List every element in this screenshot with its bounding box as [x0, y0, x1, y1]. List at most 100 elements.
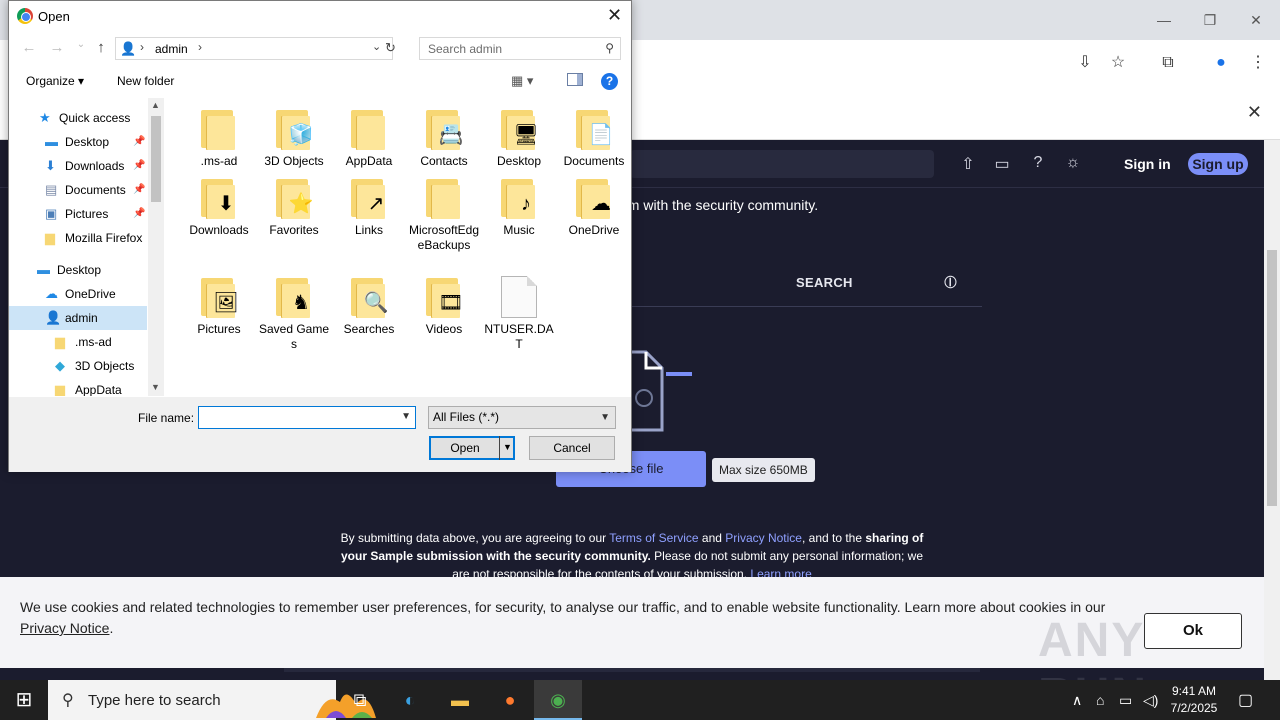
breadcrumb-admin[interactable]: admin: [155, 42, 188, 56]
file-type-select[interactable]: All Files (*.*) ▼: [428, 406, 616, 429]
open-button-label: Open: [450, 441, 480, 455]
fingerprint-tab-icon[interactable]: ⦶: [944, 272, 957, 293]
folder-item[interactable]: 🖥 Desktop: [482, 108, 556, 169]
forward-arrow-icon[interactable]: →: [49, 39, 65, 56]
nav-item[interactable]: ▤ Documents 📌: [9, 178, 147, 202]
file-item[interactable]: NTUSER.DAT: [482, 276, 556, 352]
cookie-banner: We use cookies and related technologies …: [0, 577, 1264, 720]
close-window-button[interactable]: ✕: [1246, 10, 1266, 30]
sign-in-link[interactable]: Sign in: [1124, 156, 1171, 172]
folder-item[interactable]: MicrosoftEdgeBackups: [407, 177, 481, 253]
folder-item[interactable]: ⭐ Favorites: [257, 177, 331, 238]
back-arrow-icon[interactable]: ←: [21, 39, 37, 56]
up-arrow-icon[interactable]: ↑: [93, 39, 109, 56]
nav-item[interactable]: ▆ Mozilla Firefox: [9, 226, 147, 250]
start-button[interactable]: ⊞: [0, 680, 48, 720]
privacy-notice-link[interactable]: Privacy Notice: [725, 531, 802, 545]
page-scroll-thumb[interactable]: [1267, 250, 1277, 506]
breadcrumb-chevron-icon[interactable]: ›: [140, 40, 144, 54]
help-icon[interactable]: ?: [1028, 154, 1048, 172]
nav-item[interactable]: ◆ 3D Objects: [9, 354, 147, 378]
picture-icon: ▣: [45, 206, 58, 221]
nav-item[interactable]: ▬ Desktop: [9, 258, 147, 282]
dialog-close-button[interactable]: ✕: [607, 5, 622, 26]
install-app-icon[interactable]: ⇩: [1074, 52, 1096, 74]
volume-icon[interactable]: ◁): [1143, 692, 1158, 709]
file-item-label: NTUSER.DAT: [484, 322, 554, 351]
folder-item[interactable]: 🧊 3D Objects: [257, 108, 331, 169]
cookie-period: .: [109, 620, 114, 636]
infobar-close-icon[interactable]: ✕: [1247, 102, 1262, 123]
restore-window-button[interactable]: ❐: [1200, 10, 1220, 30]
open-button[interactable]: Open ▼: [429, 436, 515, 460]
tab-search[interactable]: SEARCH: [796, 275, 853, 290]
sign-up-button[interactable]: Sign up: [1188, 153, 1248, 175]
folder-item[interactable]: .ms-ad: [182, 108, 256, 169]
recent-locations-icon[interactable]: ⌄: [73, 39, 89, 50]
folder-item[interactable]: 🖼 Pictures: [182, 276, 256, 337]
folder-item[interactable]: 🔍 Searches: [332, 276, 406, 337]
organize-menu[interactable]: Organize ▾: [26, 74, 84, 88]
upload-icon[interactable]: ⇧: [958, 154, 978, 174]
folder-item[interactable]: 🎞 Videos: [407, 276, 481, 337]
nav-item[interactable]: 👤 admin: [9, 306, 147, 330]
scroll-down-arrow-icon[interactable]: ▼: [151, 382, 160, 392]
minimize-window-button[interactable]: —: [1154, 10, 1174, 30]
help-icon[interactable]: ?: [601, 73, 618, 90]
theme-icon[interactable]: ☼: [1063, 154, 1083, 172]
browser-menu-icon[interactable]: ⋮: [1247, 52, 1269, 74]
network-icon[interactable]: ▭: [1119, 692, 1132, 709]
nav-item-label: 3D Objects: [75, 359, 135, 373]
new-folder-button[interactable]: New folder: [117, 74, 174, 88]
chrome-icon[interactable]: ◉: [534, 680, 582, 720]
cookie-ok-button[interactable]: Ok: [1144, 613, 1242, 649]
meet-now-icon[interactable]: ⌂: [1096, 692, 1104, 708]
notifications-icon[interactable]: ▢: [1238, 690, 1253, 710]
change-view-icon[interactable]: ▦ ▾: [511, 73, 533, 89]
folder-item[interactable]: ♪ Music: [482, 177, 556, 238]
breadcrumb-chevron-icon[interactable]: ›: [198, 40, 202, 54]
folder-item[interactable]: 📇 Contacts: [407, 108, 481, 169]
folder-item[interactable]: ☁ OneDrive: [557, 177, 631, 238]
scroll-up-arrow-icon[interactable]: ▲: [151, 100, 160, 110]
bookmark-star-icon[interactable]: ☆: [1107, 52, 1129, 74]
page-scrollbar[interactable]: [1264, 140, 1280, 680]
taskbar-search-box[interactable]: ⚲ Type here to search: [48, 680, 376, 720]
open-split-arrow-icon[interactable]: ▼: [499, 436, 515, 460]
extensions-icon[interactable]: ⧉: [1157, 52, 1179, 74]
navigation-pane: ★ Quick access ▬ Desktop 📌 ⬇ Downloads 📌 ▤ Docume…: [9, 98, 164, 396]
nav-scrollbar[interactable]: ▲ ▼: [148, 98, 164, 396]
nav-item[interactable]: ☁ OneDrive: [9, 282, 147, 306]
nav-item[interactable]: ▣ Pictures 📌: [9, 202, 147, 226]
folder-item[interactable]: ↗ Links: [332, 177, 406, 238]
tray-overflow-icon[interactable]: ∧: [1072, 692, 1082, 709]
nav-item[interactable]: ▆ .ms-ad: [9, 330, 147, 354]
nav-item[interactable]: ▬ Desktop 📌: [9, 130, 147, 154]
folder-item[interactable]: ⬇ Downloads: [182, 177, 256, 238]
folder-item[interactable]: AppData: [332, 108, 406, 169]
cookie-privacy-link[interactable]: Privacy Notice: [20, 620, 109, 636]
address-bar[interactable]: 👤 › admin › ⌄: [115, 37, 393, 60]
address-dropdown-icon[interactable]: ⌄: [372, 40, 381, 53]
folder-search-input[interactable]: Search admin ⚲: [419, 37, 621, 60]
taskbar-clock[interactable]: 9:41 AM 7/2/2025: [1166, 683, 1222, 717]
cancel-button[interactable]: Cancel: [529, 436, 615, 460]
file-name-dropdown-icon[interactable]: ▼: [401, 411, 411, 422]
preview-pane-icon[interactable]: [567, 73, 583, 86]
folder-item[interactable]: 📄 Documents: [557, 108, 631, 169]
folder-item[interactable]: ♞ Saved Games: [257, 276, 331, 352]
site-search-input[interactable]: [630, 150, 934, 178]
file-explorer-icon[interactable]: ▬: [436, 680, 484, 720]
terms-of-service-link[interactable]: Terms of Service: [609, 531, 698, 545]
refresh-icon[interactable]: ↻: [385, 40, 396, 56]
edge-icon[interactable]: ◐: [386, 680, 434, 720]
nav-item[interactable]: ★ Quick access: [9, 106, 147, 130]
file-name-input[interactable]: ▼: [198, 406, 416, 429]
firefox-icon[interactable]: ●: [486, 680, 534, 720]
nav-scroll-thumb[interactable]: [151, 116, 161, 202]
nav-item[interactable]: ⬇ Downloads 📌: [9, 154, 147, 178]
task-view-icon[interactable]: ⧉: [336, 680, 384, 720]
chat-icon[interactable]: ▭: [992, 154, 1012, 174]
profile-icon[interactable]: ●: [1210, 52, 1232, 74]
nav-item[interactable]: ▆ AppData: [9, 378, 147, 397]
